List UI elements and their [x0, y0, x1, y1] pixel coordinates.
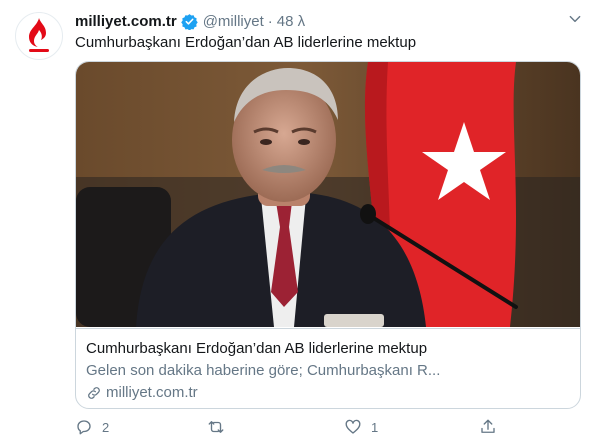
card-description: Gelen son dakika haberine göre; Cumhurba…: [86, 362, 441, 379]
share-icon: [481, 419, 495, 433]
card-domain-text: milliyet.com.tr: [106, 384, 198, 401]
like-count: 1: [371, 419, 379, 435]
retweet-icon: [208, 421, 224, 433]
card-image[interactable]: [76, 62, 580, 327]
retweet-button[interactable]: [207, 418, 234, 436]
avatar[interactable]: [15, 12, 63, 60]
link-card[interactable]: Cumhurbaşkanı Erdoğan’dan AB liderlerine…: [75, 61, 581, 409]
card-body[interactable]: Cumhurbaşkanı Erdoğan’dan AB liderlerine…: [76, 328, 580, 408]
milliyet-flame-logo-icon: [29, 18, 49, 52]
reply-button[interactable]: 2: [75, 418, 109, 436]
reply-count: 2: [102, 419, 110, 435]
card-domain: milliyet.com.tr: [86, 384, 198, 401]
link-icon: [86, 385, 102, 401]
timestamp[interactable]: 48 λ: [277, 13, 305, 30]
card-title: Cumhurbaşkanı Erdoğan’dan AB liderlerine…: [86, 340, 428, 357]
heart-icon: [345, 419, 361, 434]
account-name[interactable]: milliyet.com.tr: [75, 13, 177, 30]
tweet[interactable]: milliyet.com.tr @milliyet · 48 λ Cumhurb…: [0, 0, 589, 437]
tweet-header: milliyet.com.tr @milliyet · 48 λ: [75, 11, 305, 31]
verified-badge-icon: [180, 13, 198, 30]
separator-dot: ·: [267, 12, 273, 30]
share-button[interactable]: [479, 418, 497, 436]
tweet-text: Cumhurbaşkanı Erdoğan’dan AB liderlerine…: [75, 34, 417, 51]
like-button[interactable]: 1: [344, 418, 378, 436]
more-options-caret-icon[interactable]: [566, 10, 584, 28]
account-handle[interactable]: @milliyet: [203, 13, 264, 30]
reply-icon: [77, 420, 91, 435]
